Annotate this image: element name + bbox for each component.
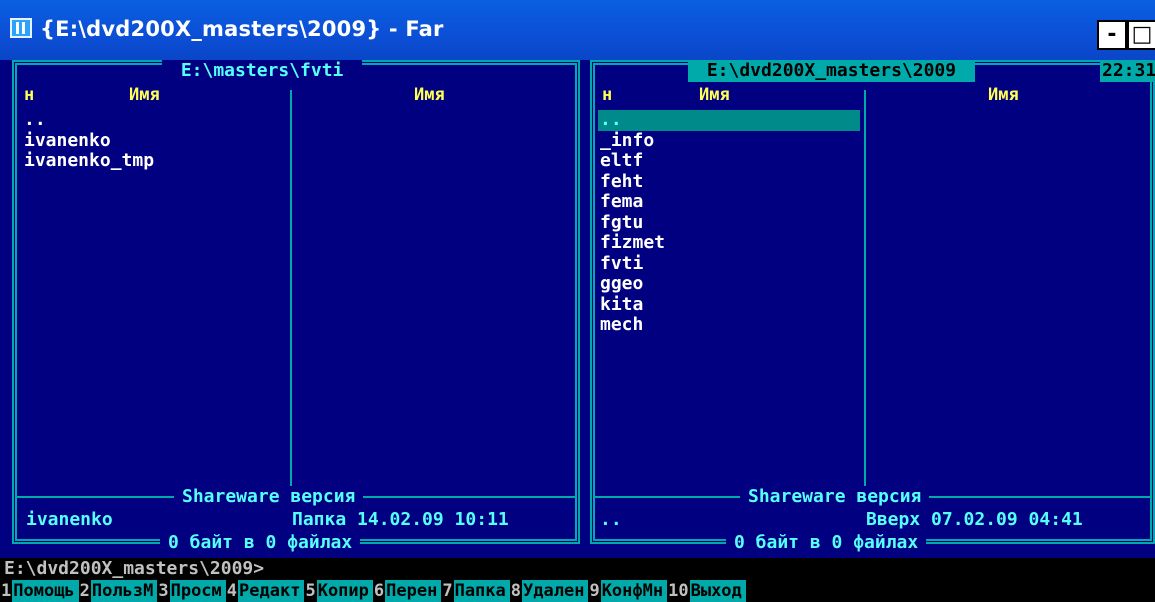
left-column-divider bbox=[290, 90, 292, 496]
right-panel[interactable]: E:\dvd200X_masters\2009 22:31 н Имя Имя … bbox=[590, 60, 1155, 554]
fkey-10[interactable]: 10 Выход bbox=[667, 580, 746, 602]
file-list-item[interactable]: ggeo bbox=[598, 273, 860, 295]
fkey-4[interactable]: 4 Редакт bbox=[225, 580, 305, 602]
fkey-label: Копир bbox=[316, 580, 373, 602]
right-panel-path[interactable]: E:\dvd200X_masters\2009 bbox=[688, 60, 975, 82]
file-list-item[interactable]: mech bbox=[598, 314, 860, 336]
left-info-name: ivanenko bbox=[26, 509, 113, 530]
console-area: E:\masters\fvti н Имя Имя .. ivanenko ivan… bbox=[0, 60, 1155, 602]
fkey-label: Редакт bbox=[238, 580, 305, 602]
left-file-list[interactable]: .. ivanenko ivanenko_tmp bbox=[22, 109, 288, 172]
minimize-button[interactable]: - bbox=[1097, 20, 1127, 50]
left-col-name1-header[interactable]: Имя bbox=[129, 84, 160, 106]
fkey-number: 1 bbox=[0, 580, 13, 602]
fkey-number: 9 bbox=[588, 580, 601, 602]
right-file-list[interactable]: .. _info eltf feht fema fgtu fizmet fvti ggeo kit… bbox=[598, 109, 860, 336]
fkey-number: 8 bbox=[509, 580, 523, 602]
function-key-bar: 1 Помощь 2 ПользМ 3 Просм 4 Редакт 5 Копир 6 Перен 7… bbox=[0, 580, 1155, 602]
fkey-1[interactable]: 1 Помощь bbox=[0, 580, 79, 602]
fkey-5[interactable]: 5 Копир bbox=[304, 580, 373, 602]
fkey-label: Выход bbox=[689, 580, 746, 602]
right-version-label: Shareware версия bbox=[740, 486, 930, 508]
left-version-label: Shareware версия bbox=[174, 486, 364, 508]
fkey-label: Удален bbox=[522, 580, 589, 602]
fkey-number: 10 bbox=[667, 580, 690, 602]
title-bar[interactable]: {E:\dvd200X_masters\2009} - Far - □ × bbox=[0, 0, 1155, 60]
right-info-meta: Вверх 07.02.09 04:41 bbox=[866, 509, 1083, 530]
fkey-3[interactable]: 3 Просм bbox=[157, 580, 226, 602]
file-list-item[interactable]: fgtu bbox=[598, 212, 860, 234]
fkey-label: Помощь bbox=[12, 580, 79, 602]
fkey-number: 6 bbox=[372, 580, 386, 602]
file-list-item[interactable]: fema bbox=[598, 191, 860, 213]
fkey-number: 3 bbox=[157, 580, 170, 602]
fkey-label: Просм bbox=[169, 580, 226, 602]
maximize-button[interactable]: □ bbox=[1127, 20, 1155, 50]
file-list-item[interactable]: fvti bbox=[598, 253, 860, 275]
fkey-number: 5 bbox=[304, 580, 317, 602]
file-list-item[interactable]: fizmet bbox=[598, 232, 860, 254]
fkey-label: Перен bbox=[385, 580, 442, 602]
left-col-n-header[interactable]: н bbox=[24, 84, 34, 106]
fkey-7[interactable]: 7 Папка bbox=[441, 580, 510, 602]
fkey-9[interactable]: 9 КонфМн bbox=[588, 580, 668, 602]
file-list-item[interactable]: feht bbox=[598, 171, 860, 193]
command-line[interactable]: E:\dvd200X_masters\2009> bbox=[0, 558, 1155, 580]
file-list-item[interactable]: kita bbox=[598, 294, 860, 316]
left-info-meta: Папка 14.02.09 10:11 bbox=[292, 509, 509, 530]
right-footer-summary: 0 байт в 0 файлах bbox=[726, 532, 927, 554]
right-info-name: .. bbox=[600, 509, 622, 530]
window-title: {E:\dvd200X_masters\2009} - Far bbox=[40, 17, 444, 41]
file-list-item[interactable]: ivanenko bbox=[22, 130, 288, 152]
file-list-item[interactable]: ivanenko_tmp bbox=[22, 150, 288, 172]
clock: 22:31 bbox=[1100, 60, 1155, 82]
right-col-n-header[interactable]: н bbox=[602, 84, 612, 106]
file-list-item[interactable]: .. bbox=[598, 109, 860, 131]
fkey-8[interactable]: 8 Удален bbox=[509, 580, 589, 602]
file-list-item[interactable]: eltf bbox=[598, 150, 860, 172]
right-col-name1-header[interactable]: Имя bbox=[699, 84, 730, 106]
fkey-label: КонфМн bbox=[600, 580, 668, 602]
fkey-2[interactable]: 2 ПользМ bbox=[78, 580, 158, 602]
fkey-6[interactable]: 6 Перен bbox=[372, 580, 442, 602]
fkey-label: ПользМ bbox=[90, 580, 158, 602]
left-panel-path[interactable]: E:\masters\fvti bbox=[162, 60, 363, 82]
far-manager-icon[interactable] bbox=[10, 18, 32, 38]
fkey-label: Папка bbox=[453, 580, 510, 602]
left-col-name2-header[interactable]: Имя bbox=[414, 84, 445, 106]
right-column-divider bbox=[864, 90, 866, 496]
left-footer-summary: 0 байт в 0 файлах bbox=[160, 532, 361, 554]
fkey-number: 4 bbox=[225, 580, 239, 602]
right-col-name2-header[interactable]: Имя bbox=[988, 84, 1019, 106]
left-panel[interactable]: E:\masters\fvti н Имя Имя .. ivanenko ivan… bbox=[12, 60, 580, 554]
file-list-item[interactable]: _info bbox=[598, 130, 860, 152]
fkey-number: 7 bbox=[441, 580, 454, 602]
file-list-item[interactable]: .. bbox=[22, 109, 288, 131]
fkey-number: 2 bbox=[78, 580, 91, 602]
